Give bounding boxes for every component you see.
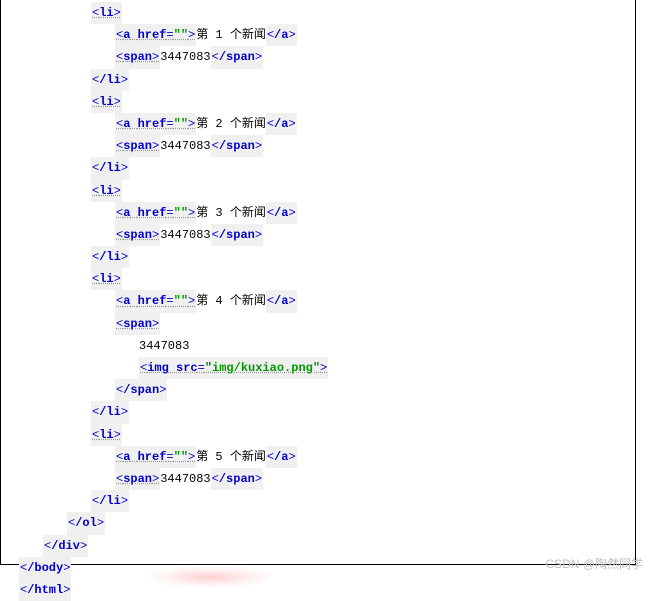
code-line: </li> (1, 246, 635, 268)
code-line: <img src="img/kuxiao.png"> (1, 357, 635, 379)
code-line: </body> (1, 557, 635, 579)
code-line: 3447083 (1, 335, 635, 357)
code-line: </li> (1, 490, 635, 512)
code-frame: <li> <a href="">第 1 个新闻</a> <span>344708… (0, 0, 636, 565)
code-line: <li> (1, 424, 635, 446)
code-line: <a href="">第 2 个新闻</a> (1, 113, 635, 135)
code-line: <span>3447083</span> (1, 135, 635, 157)
code-block: <li> <a href="">第 1 个新闻</a> <span>344708… (1, 2, 635, 601)
code-line: <li> (1, 2, 635, 24)
code-line: </span> (1, 379, 635, 401)
code-line: </html> (1, 579, 635, 601)
code-line: <li> (1, 91, 635, 113)
code-line: <span> (1, 313, 635, 335)
code-line: <li> (1, 180, 635, 202)
code-line: <li> (1, 268, 635, 290)
code-line: <span>3447083</span> (1, 468, 635, 490)
code-line: </li> (1, 401, 635, 423)
code-line: </li> (1, 69, 635, 91)
code-line: <a href="">第 4 个新闻</a> (1, 290, 635, 312)
code-line: <span>3447083</span> (1, 46, 635, 68)
code-line: <a href="">第 3 个新闻</a> (1, 202, 635, 224)
code-line: </div> (1, 535, 635, 557)
code-line: <a href="">第 5 个新闻</a> (1, 446, 635, 468)
watermark-text: CSDN @陶然同学 (545, 553, 643, 575)
code-line: </li> (1, 157, 635, 179)
code-line: <span>3447083</span> (1, 224, 635, 246)
code-line: </ol> (1, 512, 635, 534)
code-line: <a href="">第 1 个新闻</a> (1, 24, 635, 46)
watermark-smudge (150, 567, 270, 587)
